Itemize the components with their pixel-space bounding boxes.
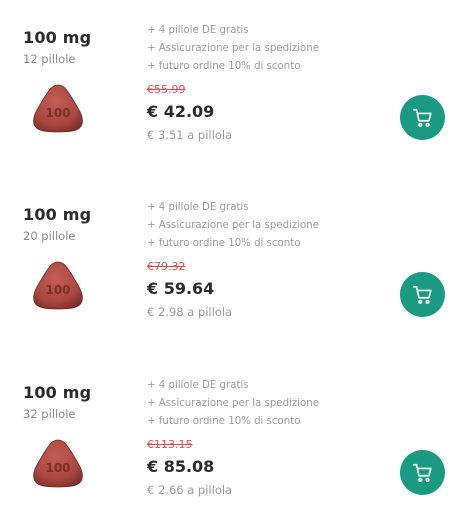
perk-shipping-insurance: + Assicurazione per la spedizione — [147, 220, 319, 231]
pill-marking: 100 — [45, 461, 70, 475]
add-to-cart-button[interactable] — [400, 450, 445, 495]
perk-future-discount: + futuro ordine 10% di sconto — [147, 61, 301, 72]
unit-price: € 2.98 a pillola — [147, 305, 233, 319]
pill-marking: 100 — [45, 106, 70, 120]
perk-free-pills: + 4 pillole DE gratis — [147, 202, 249, 213]
cart-icon — [412, 285, 432, 304]
perk-free-pills: + 4 pillole DE gratis — [147, 380, 249, 391]
current-price: € 85.08 — [147, 457, 215, 476]
product-option: 100 mg 12 pillole 100 + 4 pillole DE gra… — [0, 0, 473, 177]
dose-label: 100 mg — [23, 28, 92, 47]
cart-icon — [412, 108, 432, 127]
current-price: € 42.09 — [147, 102, 215, 121]
unit-price: € 3.51 a pillola — [147, 128, 233, 142]
perk-future-discount: + futuro ordine 10% di sconto — [147, 416, 301, 427]
dose-label: 100 mg — [23, 205, 92, 224]
add-to-cart-button[interactable] — [400, 95, 445, 140]
dose-label: 100 mg — [23, 383, 92, 402]
product-option: 100 mg 32 pillole 100 + 4 pillole DE gra… — [0, 355, 473, 532]
pill-image: 100 — [33, 84, 83, 133]
old-price: €79.32 — [147, 260, 186, 273]
product-option: 100 mg 20 pillole 100 + 4 pillole DE gra… — [0, 177, 473, 354]
perk-free-pills: + 4 pillole DE gratis — [147, 25, 249, 36]
cart-icon — [412, 463, 432, 482]
pill-image: 100 — [33, 261, 83, 310]
product-list: 100 mg 12 pillole 100 + 4 pillole DE gra… — [0, 0, 473, 532]
pill-count: 12 pillole — [23, 52, 76, 66]
current-price: € 59.64 — [147, 279, 215, 298]
unit-price: € 2.66 a pillola — [147, 483, 233, 497]
old-price: €55.99 — [147, 83, 186, 96]
perks-list: + 4 pillole DE gratis + Assicurazione pe… — [147, 377, 319, 431]
perks-list: + 4 pillole DE gratis + Assicurazione pe… — [147, 22, 319, 76]
perk-shipping-insurance: + Assicurazione per la spedizione — [147, 43, 319, 54]
pill-marking: 100 — [45, 283, 70, 297]
perk-shipping-insurance: + Assicurazione per la spedizione — [147, 398, 319, 409]
perk-future-discount: + futuro ordine 10% di sconto — [147, 238, 301, 249]
pill-count: 20 pillole — [23, 229, 76, 243]
add-to-cart-button[interactable] — [400, 272, 445, 317]
perks-list: + 4 pillole DE gratis + Assicurazione pe… — [147, 199, 319, 253]
pill-image: 100 — [33, 439, 83, 488]
pill-count: 32 pillole — [23, 407, 76, 421]
old-price: €113.15 — [147, 438, 193, 451]
